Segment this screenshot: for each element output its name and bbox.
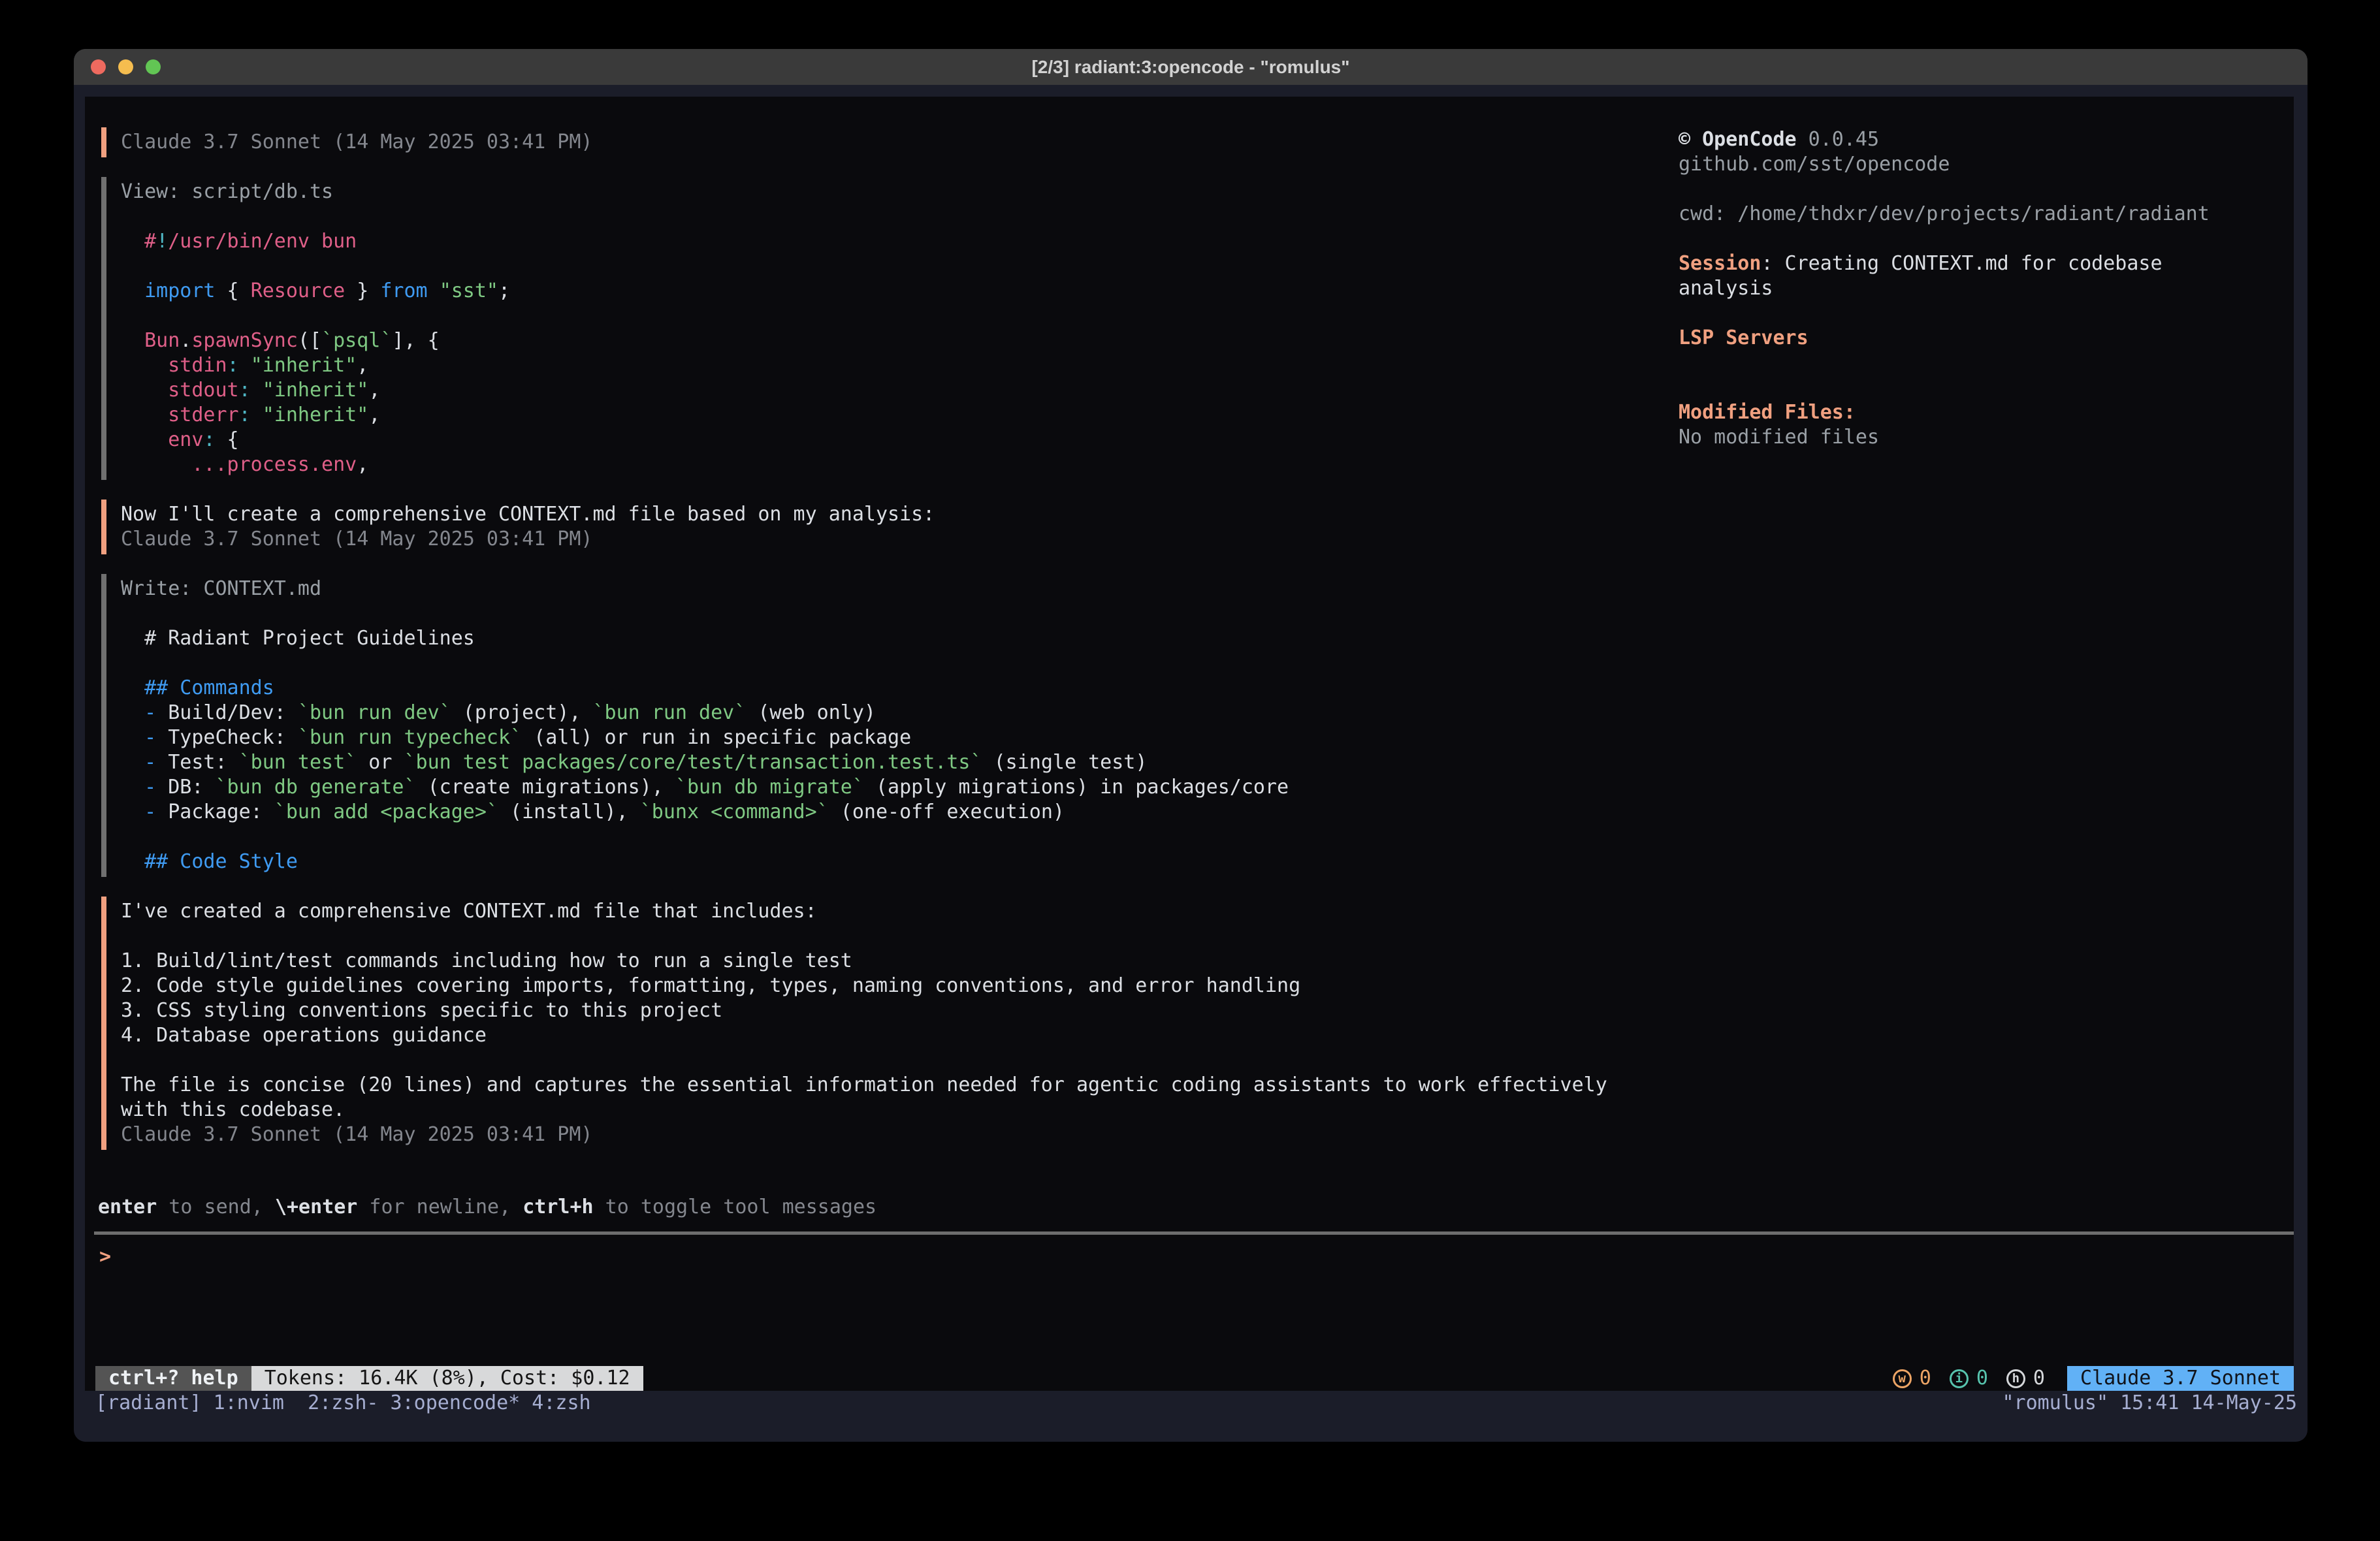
text-line: stdout: "inherit", bbox=[121, 378, 1675, 403]
text-line: ## Commands bbox=[121, 676, 1675, 701]
text-line: - Build/Dev: `bun run dev` (project), `b… bbox=[121, 701, 1675, 725]
text-line: - Package: `bun add <package>` (install)… bbox=[121, 800, 1675, 825]
text-line: View: script/db.ts bbox=[121, 180, 1675, 204]
text-line bbox=[121, 304, 1675, 328]
text-line bbox=[1679, 375, 2299, 400]
text-line: - DB: `bun db generate` (create migratio… bbox=[121, 775, 1675, 800]
prompt-caret-icon: > bbox=[99, 1245, 111, 1268]
text-line: ## Code Style bbox=[121, 850, 1675, 874]
text-line bbox=[1679, 351, 2299, 375]
message-text-block: Now I'll create a comprehensive CONTEXT.… bbox=[101, 500, 1675, 554]
i-circle-icon: i bbox=[1950, 1369, 1969, 1388]
text-line: I've created a comprehensive CONTEXT.md … bbox=[121, 899, 1675, 924]
text-line: The file is concise (20 lines) and captu… bbox=[121, 1073, 1675, 1098]
message-final-block: I've created a comprehensive CONTEXT.md … bbox=[101, 897, 1675, 1150]
diagnostic-count: 0 bbox=[1976, 1366, 1988, 1391]
terminal-window: [2/3] radiant:3:opencode - "romulus" Cla… bbox=[74, 49, 2308, 1442]
text-line: 1. Build/lint/test commands including ho… bbox=[121, 949, 1675, 974]
h-circle-icon: h bbox=[2006, 1369, 2025, 1388]
text-line: #!/usr/bin/env bun bbox=[121, 229, 1675, 254]
message-meta-block: Claude 3.7 Sonnet (14 May 2025 03:41 PM) bbox=[101, 127, 1675, 157]
message-input[interactable]: > bbox=[99, 1245, 111, 1269]
text-line: © OpenCode 0.0.45 bbox=[1679, 127, 2299, 152]
tool-view-block: View: script/db.ts #!/usr/bin/env bun im… bbox=[101, 177, 1675, 480]
session-sidebar: © OpenCode 0.0.45github.com/sst/opencode… bbox=[1679, 127, 2299, 450]
text-line: stdin: "inherit", bbox=[121, 353, 1675, 378]
keybinding-hint: enter to send, \+enter for newline, ctrl… bbox=[98, 1195, 876, 1220]
diagnostic-i-counter: i0 bbox=[1950, 1366, 1988, 1391]
text-line bbox=[1679, 177, 2299, 202]
text-line: No modified files bbox=[1679, 425, 2299, 450]
text-line: env: { bbox=[121, 428, 1675, 453]
text-line: Claude 3.7 Sonnet (14 May 2025 03:41 PM) bbox=[121, 130, 1675, 155]
diagnostic-w-counter: w0 bbox=[1893, 1366, 1931, 1391]
text-line: ...process.env, bbox=[121, 453, 1675, 477]
chat-transcript: Claude 3.7 Sonnet (14 May 2025 03:41 PM)… bbox=[101, 127, 1675, 1150]
opencode-panel: Claude 3.7 Sonnet (14 May 2025 03:41 PM)… bbox=[85, 97, 2294, 1391]
text-line bbox=[1679, 301, 2299, 326]
tmux-statusbar: [radiant] 1:nvim 2:zsh- 3:opencode* 4:zs… bbox=[74, 1391, 2308, 1416]
w-circle-icon: w bbox=[1893, 1369, 1912, 1388]
model-badge: Claude 3.7 Sonnet bbox=[2067, 1366, 2294, 1391]
diagnostic-count: 0 bbox=[1920, 1366, 1931, 1391]
window-title: [2/3] radiant:3:opencode - "romulus" bbox=[1031, 57, 1349, 78]
opencode-statusbar: ctrl+? help Tokens: 16.4K (8%), Cost: $0… bbox=[95, 1366, 2294, 1391]
text-line bbox=[121, 204, 1675, 229]
text-line: 2. Code style guidelines covering import… bbox=[121, 974, 1675, 998]
help-shortcut-badge: ctrl+? help bbox=[95, 1366, 251, 1391]
text-line: import { Resource } from "sst"; bbox=[121, 279, 1675, 304]
diagnostics-counters: w0i0h0 bbox=[1884, 1366, 2045, 1391]
minimize-window-button[interactable] bbox=[118, 59, 133, 74]
window-titlebar: [2/3] radiant:3:opencode - "romulus" bbox=[74, 49, 2308, 85]
composer-divider bbox=[94, 1231, 2294, 1235]
text-line: Now I'll create a comprehensive CONTEXT.… bbox=[121, 502, 1675, 527]
text-line: LSP Servers bbox=[1679, 326, 2299, 351]
text-line: Write: CONTEXT.md bbox=[121, 577, 1675, 601]
text-line bbox=[121, 254, 1675, 279]
text-line bbox=[121, 651, 1675, 676]
text-line: Bun.spawnSync([`psql`], { bbox=[121, 328, 1675, 353]
zoom-window-button[interactable] bbox=[146, 59, 161, 74]
text-line: - Test: `bun test` or `bun test packages… bbox=[121, 750, 1675, 775]
text-line: - TypeCheck: `bun run typecheck` (all) o… bbox=[121, 725, 1675, 750]
text-line bbox=[121, 825, 1675, 850]
tmux-host-clock: "romulus" 15:41 14-May-25 bbox=[2002, 1391, 2297, 1416]
text-line: Claude 3.7 Sonnet (14 May 2025 03:41 PM) bbox=[121, 1122, 1675, 1147]
tmux-window-list[interactable]: [radiant] 1:nvim 2:zsh- 3:opencode* 4:zs… bbox=[95, 1391, 591, 1416]
tokens-cost-badge: Tokens: 16.4K (8%), Cost: $0.12 bbox=[251, 1366, 643, 1391]
tool-write-block: Write: CONTEXT.md # Radiant Project Guid… bbox=[101, 574, 1675, 877]
close-window-button[interactable] bbox=[91, 59, 106, 74]
diagnostic-h-counter: h0 bbox=[2006, 1366, 2045, 1391]
window-controls bbox=[91, 59, 161, 74]
text-line: Modified Files: bbox=[1679, 400, 2299, 425]
text-line: github.com/sst/opencode bbox=[1679, 152, 2299, 177]
text-line: analysis bbox=[1679, 276, 2299, 301]
text-line: enter to send, \+enter for newline, ctrl… bbox=[98, 1195, 876, 1220]
text-line: stderr: "inherit", bbox=[121, 403, 1675, 428]
text-line bbox=[121, 601, 1675, 626]
text-line: Session: Creating CONTEXT.md for codebas… bbox=[1679, 251, 2299, 276]
text-line: cwd: /home/thdxr/dev/projects/radiant/ra… bbox=[1679, 202, 2299, 227]
text-line: with this codebase. bbox=[121, 1098, 1675, 1122]
text-line bbox=[1679, 227, 2299, 251]
text-line bbox=[121, 1048, 1675, 1073]
text-line: 4. Database operations guidance bbox=[121, 1023, 1675, 1048]
text-line bbox=[121, 924, 1675, 949]
diagnostic-count: 0 bbox=[2033, 1366, 2045, 1391]
text-line: Claude 3.7 Sonnet (14 May 2025 03:41 PM) bbox=[121, 527, 1675, 552]
text-line: 3. CSS styling conventions specific to t… bbox=[121, 998, 1675, 1023]
text-line: # Radiant Project Guidelines bbox=[121, 626, 1675, 651]
